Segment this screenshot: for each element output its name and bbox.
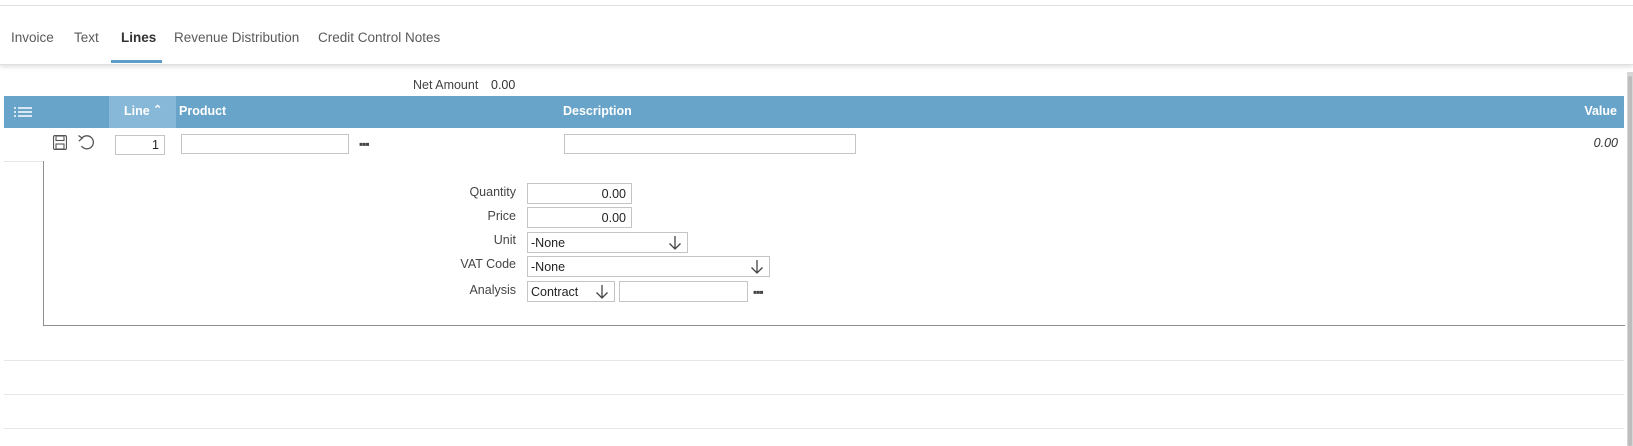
table-row xyxy=(4,326,1624,361)
tab-revenue-distribution[interactable]: Revenue Distribution xyxy=(174,30,299,45)
arrow-down-icon xyxy=(751,260,763,274)
list-menu-icon[interactable] xyxy=(14,106,34,120)
arrow-down-icon xyxy=(596,285,608,299)
active-tab-indicator xyxy=(111,60,162,63)
table-row xyxy=(4,394,1624,429)
column-header-line-label: Line xyxy=(124,104,150,118)
price-label: Price xyxy=(487,209,516,223)
analysis-code-input[interactable] xyxy=(619,281,748,302)
table-row: ▪▪▪ 0.00 xyxy=(4,128,1624,162)
unit-label: Unit xyxy=(493,233,516,247)
column-header-value[interactable]: Value xyxy=(1584,104,1617,118)
column-header-line[interactable]: Line ⌃ xyxy=(109,96,176,128)
line-number-input[interactable] xyxy=(115,135,165,155)
tab-credit-control-notes[interactable]: Credit Control Notes xyxy=(318,30,440,45)
tab-text[interactable]: Text xyxy=(74,30,99,45)
vat-code-select-value: -None xyxy=(531,260,566,274)
price-input[interactable] xyxy=(527,207,632,228)
ellipsis-icon[interactable]: ▪▪▪ xyxy=(753,285,764,299)
tab-invoice[interactable]: Invoice xyxy=(11,30,54,45)
quantity-label: Quantity xyxy=(469,185,516,199)
undo-icon[interactable] xyxy=(77,134,96,154)
table-row xyxy=(4,360,1624,395)
tab-bar: Invoice Text Lines Revenue Distribution … xyxy=(0,6,1633,65)
vat-code-label: VAT Code xyxy=(460,257,516,271)
arrow-down-icon xyxy=(669,236,681,250)
analysis-select[interactable]: Contract xyxy=(527,281,615,302)
column-header-description[interactable]: Description xyxy=(563,104,632,118)
product-input[interactable] xyxy=(181,134,349,154)
quantity-input[interactable] xyxy=(527,183,632,204)
line-detail-panel: Quantity Price Unit -None VAT Code -None… xyxy=(43,161,1625,326)
line-value: 0.00 xyxy=(1593,136,1618,150)
sort-ascending-icon: ⌃ xyxy=(153,104,163,116)
grid-header: Line ⌃ Product Description Value xyxy=(4,96,1624,128)
description-input[interactable] xyxy=(564,134,856,154)
tab-lines[interactable]: Lines xyxy=(121,30,156,45)
net-amount-value: 0.00 xyxy=(491,78,516,92)
unit-select[interactable]: -None xyxy=(527,232,688,253)
vertical-scrollbar[interactable] xyxy=(1627,72,1633,446)
vat-code-select[interactable]: -None xyxy=(527,256,770,277)
column-header-product[interactable]: Product xyxy=(179,104,226,118)
unit-select-value: -None xyxy=(531,236,566,250)
analysis-select-value: Contract xyxy=(531,285,579,299)
save-icon[interactable] xyxy=(52,134,68,153)
analysis-label: Analysis xyxy=(469,283,516,297)
scrollbar-thumb[interactable] xyxy=(1628,76,1632,446)
ellipsis-icon[interactable]: ▪▪▪ xyxy=(359,137,370,151)
net-amount-label: Net Amount xyxy=(413,78,479,92)
